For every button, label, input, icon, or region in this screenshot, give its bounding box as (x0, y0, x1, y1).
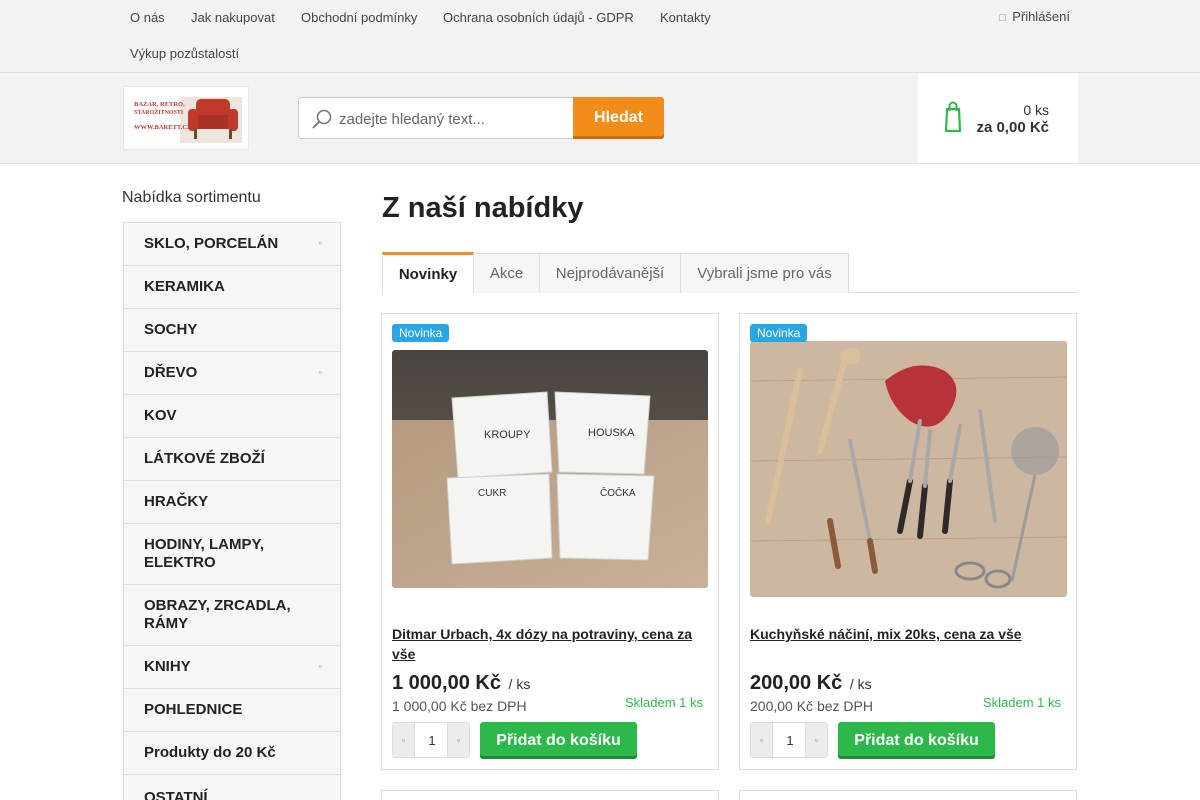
new-badge: Novinka (392, 324, 450, 342)
sidebar-item-label: POHLEDNICE (144, 701, 243, 718)
sidebar-item-label: HRAČKY (144, 493, 209, 510)
lock-icon: □ (999, 12, 1007, 24)
search-button[interactable]: Hledat (573, 97, 664, 139)
sidebar-item-keramika[interactable]: KERAMIKA (124, 266, 340, 309)
logo-text-2: STAROŽITNOSTI (134, 108, 184, 116)
plus-icon[interactable]: ▫ (805, 723, 827, 757)
sidebar-item-ostatni[interactable]: OSTATNÍ (124, 775, 340, 800)
tab-vybrali-jsme[interactable]: Vybrali jsme pro vás (680, 253, 849, 293)
stock-status: Skladem 1 ks (982, 695, 1061, 710)
topnav-link-jak-nakupovat[interactable]: Jak nakupovat (191, 10, 275, 25)
product-image[interactable]: KROUPY HOUSKA CUKR ČOČKA (392, 350, 708, 588)
sidebar-item-label: DŘEVO (144, 364, 198, 381)
tab-novinky[interactable]: Novinky (382, 252, 474, 294)
sidebar-item-hracky[interactable]: HRAČKY (124, 481, 340, 524)
sidebar-title: Nabídka sortimentu (122, 189, 261, 206)
topnav-link-kontakty[interactable]: Kontakty (660, 10, 711, 25)
search-icon (311, 108, 333, 135)
quantity-stepper: ▫ 1 ▫ (392, 722, 470, 758)
price-net: 1 000,00 Kč bez DPH (392, 698, 527, 714)
sidebar-item-drevo[interactable]: DŘEVO ▫ (124, 352, 340, 395)
sidebar-item-label: Produkty do 20 Kč (144, 744, 276, 761)
stock-status: Skladem 1 ks (624, 695, 703, 710)
search-box (298, 97, 574, 139)
sidebar-item-sklo-porcelan[interactable]: SKLO, PORCELÁN ▫ (124, 223, 340, 266)
topnav-link-gdpr[interactable]: Ochrana osobních údajů - GDPR (443, 10, 634, 25)
sidebar-item-latkove-zbozi[interactable]: LÁTKOVÉ ZBOŽÍ (124, 438, 340, 481)
product-card: Novinka KROUPY HOUSKA CUKR ČOČKA Ditmar … (381, 313, 719, 770)
minus-icon[interactable]: ▫ (751, 723, 773, 757)
sidebar-item-label: HODINY, LAMPY, ELEKTRO (144, 536, 265, 571)
sidebar-item-label: LÁTKOVÉ ZBOŽÍ (144, 450, 265, 467)
login-link[interactable]: □ Přihlášení (1000, 9, 1070, 24)
sidebar-item-obrazy-zrcadla-ramy[interactable]: OBRAZY, ZRCADLA, RÁMY (124, 585, 340, 646)
category-menu: SKLO, PORCELÁN ▫ KERAMIKA SOCHY DŘEVO ▫ … (123, 222, 341, 800)
add-to-cart-button[interactable]: Přidat do košíku (480, 722, 637, 759)
product-price: 200,00 Kč / ks (750, 672, 872, 695)
product-image[interactable] (750, 341, 1067, 597)
page-title: Z naší nabídky (382, 192, 584, 224)
sidebar-item-produkty-do-20[interactable]: Produkty do 20 Kč (124, 732, 340, 775)
sidebar-item-sochy[interactable]: SOCHY (124, 309, 340, 352)
logo-text-1: BAZAR, RETRO, (134, 101, 185, 108)
tab-nejprodavanejsi[interactable]: Nejprodávanější (539, 253, 681, 293)
product-name-link[interactable]: Kuchyňské náčiní, mix 20ks, cena za vše (750, 624, 1066, 644)
plus-icon[interactable]: ▫ (447, 723, 469, 757)
sidebar-item-knihy[interactable]: KNIHY ▫ (124, 646, 340, 689)
sidebar-item-label: KERAMIKA (144, 278, 225, 295)
cart-quantity: 0 ks (1023, 102, 1049, 118)
new-badge: Novinka (750, 324, 808, 342)
chevron-right-icon: ▫ (318, 238, 322, 250)
price-unit: / ks (849, 676, 872, 692)
jar-label-3: CUKR (478, 488, 506, 499)
product-name-link[interactable]: Ditmar Urbach, 4x dózy na potraviny, cen… (392, 624, 708, 664)
quantity-input[interactable]: 1 (773, 723, 807, 757)
sidebar-item-kov[interactable]: KOV (124, 395, 340, 438)
top-navigation-bar: O nás Jak nakupovat Obchodní podmínky Oc… (0, 0, 1200, 73)
add-to-cart-button[interactable]: Přidat do košíku (838, 722, 995, 759)
header: BAZAR, RETRO, STAROŽITNOSTI WWW.BARETT.C… (0, 73, 1200, 164)
tab-akce[interactable]: Akce (473, 253, 540, 293)
quantity-stepper: ▫ 1 ▫ (750, 722, 828, 758)
price-unit: / ks (508, 676, 531, 692)
product-card (381, 790, 719, 800)
jar-label-2: HOUSKA (588, 427, 635, 439)
search-input[interactable] (339, 108, 567, 130)
chevron-right-icon: ▫ (318, 367, 322, 379)
logo-image: BAZAR, RETRO, STAROŽITNOSTI WWW.BARETT.C… (124, 87, 248, 149)
chevron-right-icon: ▫ (318, 661, 322, 673)
logo-text-3: WWW.BARETT.CZ (134, 124, 191, 131)
sidebar-item-label: KNIHY (144, 658, 191, 675)
cart-total: za 0,00 Kč (976, 119, 1049, 136)
product-price: 1 000,00 Kč / ks (392, 672, 530, 695)
product-card (739, 790, 1077, 800)
login-label: Přihlášení (1012, 9, 1070, 24)
jar-label-1: KROUPY (484, 429, 531, 441)
shopping-bag-icon (944, 99, 962, 142)
sidebar-item-label: OBRAZY, ZRCADLA, RÁMY (144, 597, 291, 632)
sidebar-item-label: OSTATNÍ (144, 789, 208, 800)
topnav-link-obchodni-podminky[interactable]: Obchodní podmínky (301, 10, 417, 25)
product-card: Novinka Kuchyňské náčiní, mix 20ks, cena… (739, 313, 1077, 770)
sidebar-item-pohlednice[interactable]: POHLEDNICE (124, 689, 340, 732)
topnav-link-vykup[interactable]: Výkup pozůstalostí (130, 46, 239, 61)
jar-label-4: ČOČKA (600, 486, 636, 499)
price-value: 200,00 Kč (750, 672, 843, 694)
site-logo[interactable]: BAZAR, RETRO, STAROŽITNOSTI WWW.BARETT.C… (123, 86, 249, 150)
sidebar-item-label: SOCHY (144, 321, 198, 338)
sidebar-item-hodiny-lampy-elektro[interactable]: HODINY, LAMPY, ELEKTRO (124, 524, 340, 585)
price-net: 200,00 Kč bez DPH (750, 698, 873, 714)
quantity-input[interactable]: 1 (415, 723, 449, 757)
cart-widget[interactable]: 0 ks za 0,00 Kč (918, 73, 1078, 163)
price-value: 1 000,00 Kč (392, 672, 501, 694)
product-tabs: Novinky Akce Nejprodávanější Vybrali jsm… (382, 252, 1078, 294)
topnav-link-o-nas[interactable]: O nás (130, 10, 165, 25)
sidebar-item-label: KOV (144, 407, 177, 424)
sidebar-item-label: SKLO, PORCELÁN (144, 235, 279, 252)
minus-icon[interactable]: ▫ (393, 723, 415, 757)
